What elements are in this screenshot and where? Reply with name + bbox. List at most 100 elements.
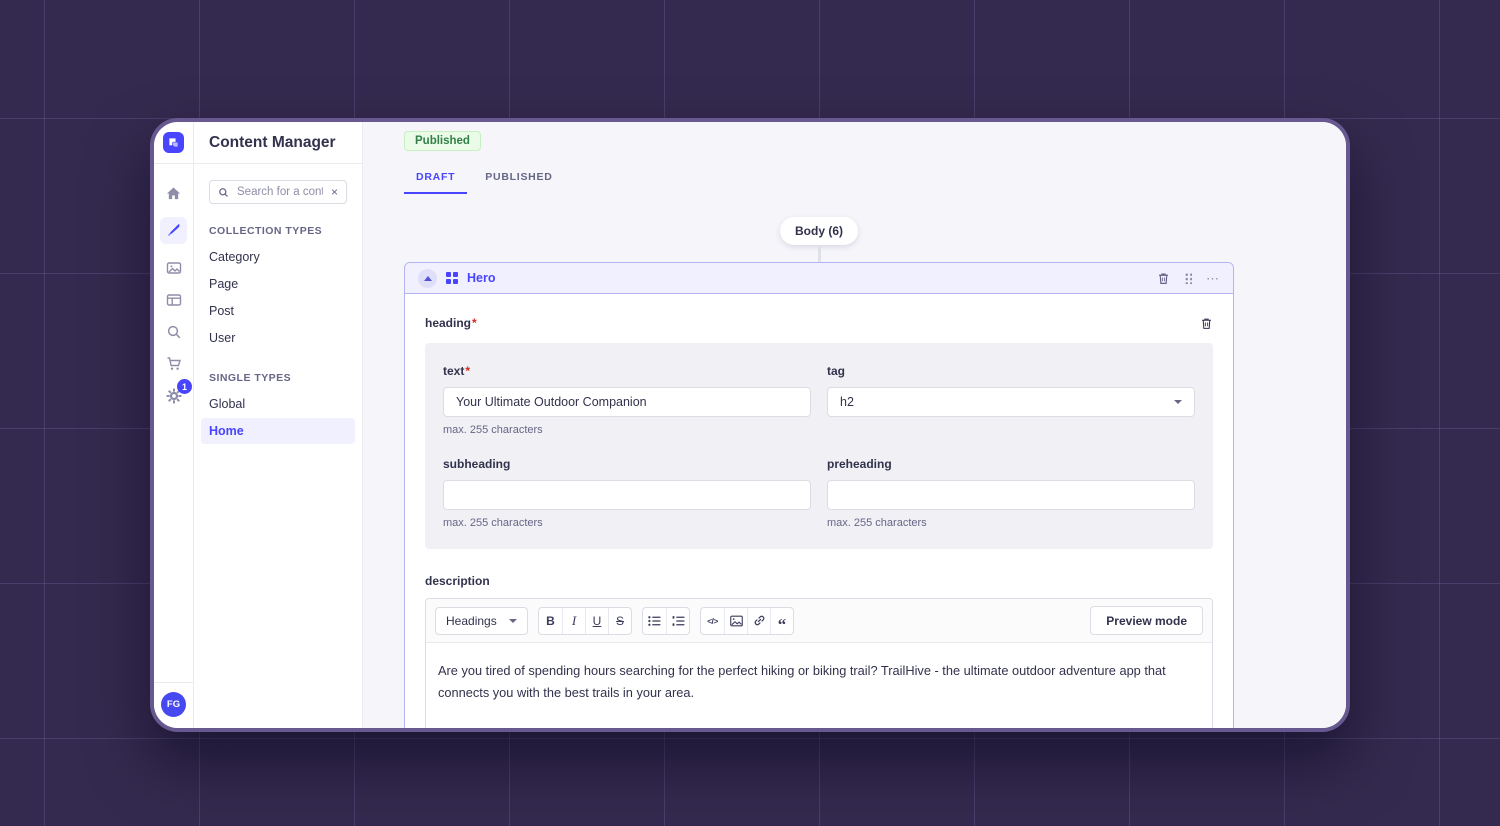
heading-label: heading* [425, 316, 477, 330]
search-input[interactable] [235, 185, 325, 199]
strapi-logo-icon[interactable] [163, 132, 184, 153]
headings-dropdown-value: Headings [446, 613, 497, 628]
required-marker: * [472, 316, 477, 330]
sidebar-item-page[interactable]: Page [201, 271, 355, 297]
list-button-group [642, 606, 690, 635]
chevron-down-icon [1174, 400, 1182, 404]
required-marker: * [465, 364, 471, 378]
home-icon[interactable] [165, 185, 182, 202]
rail-footer: FG [154, 682, 193, 728]
tag-select[interactable]: h2 [827, 387, 1195, 417]
sidebar-item-category[interactable]: Category [201, 244, 355, 270]
sidebar-item-home[interactable]: Home [201, 418, 355, 444]
pen-icon [165, 222, 182, 239]
nav-rail: 1 FG [154, 122, 194, 728]
strikethrough-button[interactable]: S [608, 607, 631, 634]
preheading-hint: max. 255 characters [827, 517, 927, 529]
content-manager-nav-active[interactable] [160, 217, 187, 244]
search-input-icon [219, 187, 228, 197]
subheading-input[interactable] [443, 480, 811, 510]
body-chip-wrap: Body (6) [404, 217, 1234, 262]
clear-search-icon[interactable]: × [331, 186, 338, 198]
search-box[interactable]: × [209, 180, 347, 204]
media-library-icon[interactable] [165, 259, 182, 276]
image-icon [729, 615, 743, 626]
tab-draft[interactable]: DRAFT [404, 171, 468, 194]
settings-notification-badge: 1 [177, 379, 192, 394]
bullet-list-button[interactable] [643, 608, 666, 634]
search-icon[interactable] [165, 323, 182, 340]
sidebar-title: Content Manager [194, 122, 362, 164]
subheading-label: subheading [443, 457, 511, 471]
hero-component-header[interactable]: Hero ⋯ [405, 263, 1233, 293]
text-input[interactable] [443, 387, 811, 417]
bullet-list-icon [648, 615, 661, 626]
preheading-input[interactable] [827, 480, 1195, 510]
description-field: description Headings B I U S </> “ Previ… [425, 572, 1213, 728]
version-tabs: DRAFT PUBLISHED [404, 171, 1346, 194]
user-avatar[interactable]: FG [161, 692, 186, 717]
content-manager-sidebar: Content Manager × COLLECTION TYPES Categ… [194, 122, 363, 728]
single-types-label: SINGLE TYPES [209, 372, 292, 384]
heading-component-group: text* max. 255 characters tag h2 [425, 343, 1213, 549]
sidebar-item-user[interactable]: User [201, 325, 355, 351]
tag-select-value: h2 [840, 395, 854, 409]
ordered-list-button[interactable] [666, 607, 689, 634]
blockquote-button[interactable]: “ [770, 607, 793, 634]
component-actions: ⋯ [1157, 272, 1220, 285]
subheading-field: subheading max. 255 characters [443, 455, 811, 529]
tag-label: tag [827, 364, 845, 378]
text-field: text* max. 255 characters [443, 362, 811, 436]
sidebar-body: × COLLECTION TYPES Category Page Post Us… [194, 164, 362, 460]
format-button-group: B I U S [538, 606, 632, 635]
heading-field-row: heading* [425, 316, 1213, 330]
preview-mode-button[interactable]: Preview mode [1090, 606, 1203, 635]
marketplace-cart-icon[interactable] [165, 355, 182, 372]
text-hint: max. 255 characters [443, 424, 543, 436]
hero-component-panel: Hero ⋯ heading* text* Your Ultimate Outd… [404, 262, 1234, 728]
text-label: text* [443, 364, 471, 378]
link-button[interactable] [747, 607, 770, 634]
sidebar-item-post[interactable]: Post [201, 298, 355, 324]
italic-button[interactable]: I [562, 607, 585, 634]
delete-component-icon[interactable] [1157, 272, 1170, 285]
rail-header [154, 122, 193, 164]
caret-up-icon [423, 275, 432, 281]
settings-item[interactable]: 1 [165, 379, 192, 404]
status-badge: Published [404, 131, 481, 151]
drag-handle-icon[interactable] [1184, 272, 1192, 284]
component-grid-icon [446, 272, 458, 284]
ordered-list-icon [672, 615, 685, 626]
component-title: Hero [467, 271, 496, 285]
chip-connector-line [817, 245, 821, 262]
hero-component-body: heading* text* max. 255 characters tag [405, 293, 1233, 728]
tab-published[interactable]: PUBLISHED [473, 171, 564, 194]
headings-dropdown[interactable]: Headings [435, 606, 528, 635]
richtext-editor: Headings B I U S </> “ Preview mode Are … [425, 598, 1213, 728]
edit-column: Body (6) Hero ⋯ heading* text* Your Ulti… [404, 217, 1234, 728]
collapse-button[interactable] [418, 268, 437, 288]
description-editor-content[interactable]: Are you tired of spending hours searchin… [426, 643, 1212, 722]
preheading-label: preheading [827, 457, 892, 471]
description-label: description [425, 574, 490, 588]
underline-button[interactable]: U [585, 607, 608, 634]
collection-types-label: COLLECTION TYPES [209, 225, 323, 237]
bold-button[interactable]: B [539, 608, 562, 634]
more-options-icon[interactable]: ⋯ [1206, 272, 1220, 285]
collection-types-list: Category Page Post User [209, 244, 347, 351]
insert-button-group: </> “ [700, 606, 794, 635]
rail-nav: 1 [160, 185, 192, 404]
sidebar-item-global[interactable]: Global [201, 391, 355, 417]
main-content: Published DRAFT PUBLISHED Body (6) Hero … [363, 122, 1346, 728]
tag-field: tag h2 [827, 362, 1195, 436]
preheading-field: preheading max. 255 characters [827, 455, 1195, 529]
image-button[interactable] [724, 607, 747, 634]
delete-heading-icon[interactable] [1200, 317, 1213, 330]
code-button[interactable]: </> [701, 608, 724, 634]
chevron-down-icon [509, 618, 517, 623]
link-icon [754, 615, 764, 626]
body-field-chip[interactable]: Body (6) [780, 217, 858, 245]
layout-builder-icon[interactable] [165, 291, 182, 308]
editor-toolbar: Headings B I U S </> “ Preview mode [426, 599, 1212, 643]
app-window: 1 FG Content Manager × COLLECTION TYPES … [150, 118, 1350, 732]
